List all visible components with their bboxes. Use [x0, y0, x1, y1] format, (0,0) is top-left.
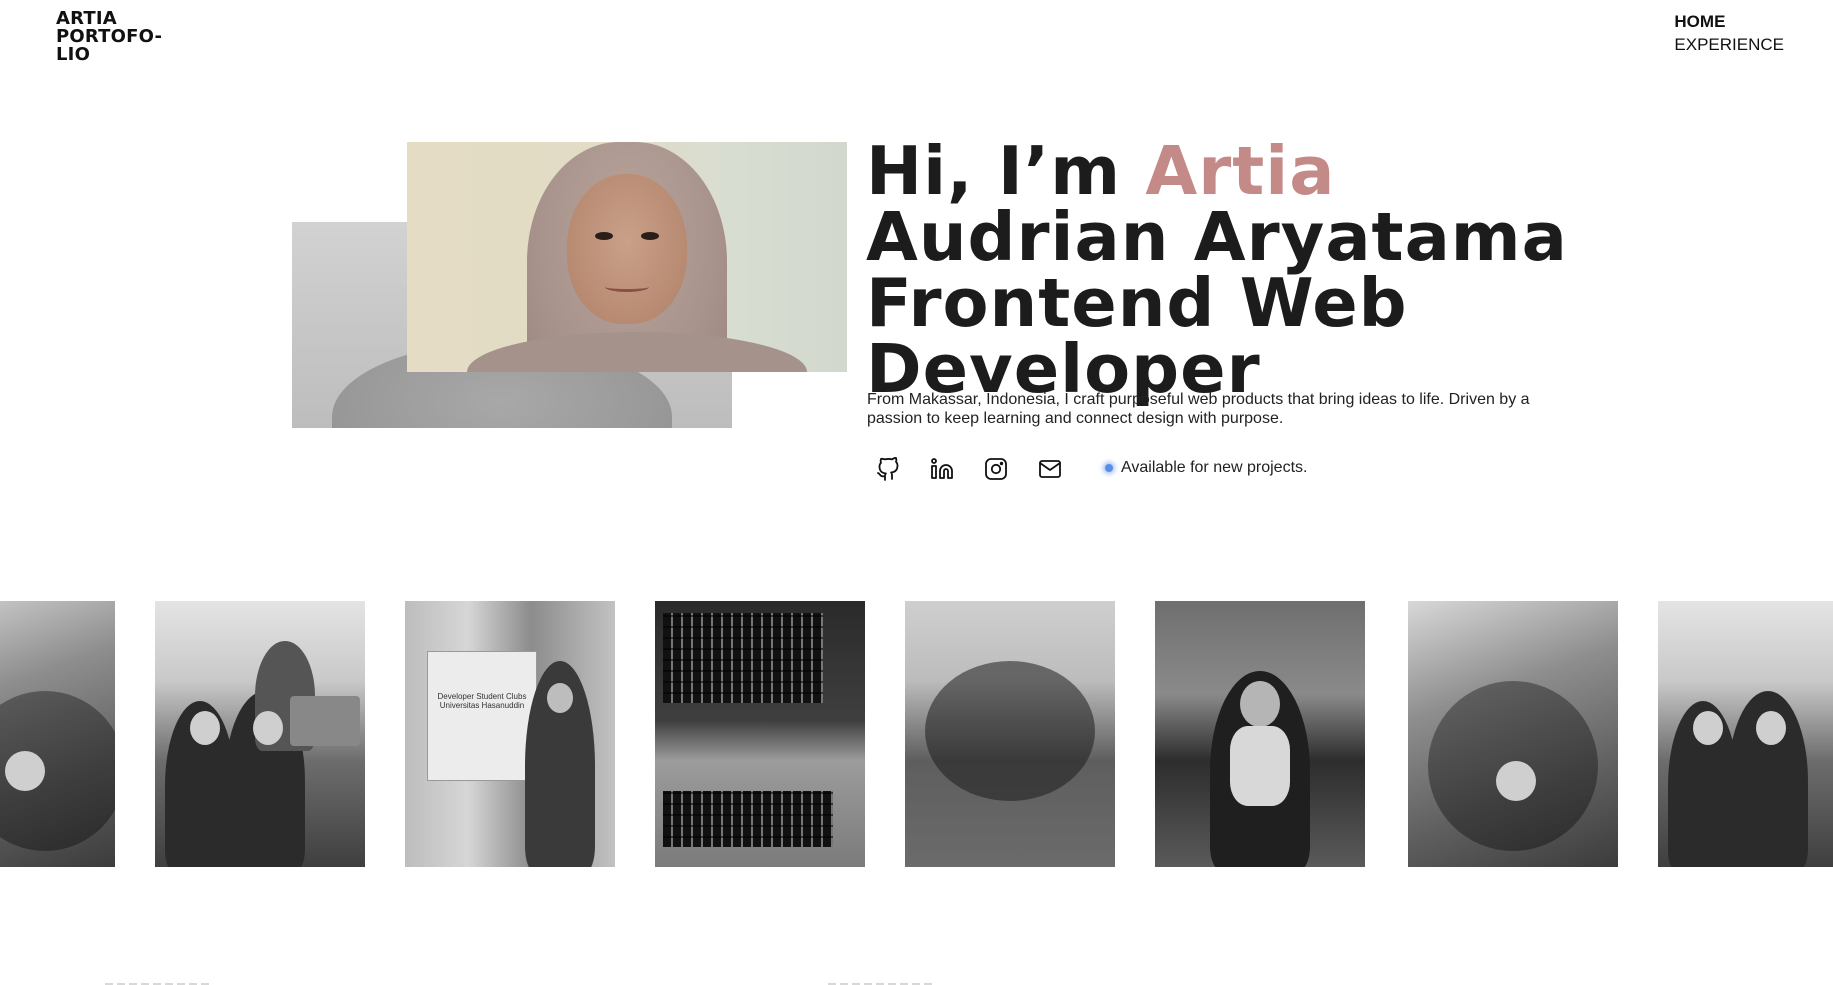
tile-face: [547, 683, 573, 713]
tile-stole: [1230, 726, 1290, 806]
photo-face-shape: [567, 174, 687, 324]
gallery-tile-group: [155, 601, 365, 867]
gallery-tile-group: [1658, 601, 1833, 867]
gallery-tile-banner: Developer Student Clubs Universitas Hasa…: [405, 601, 615, 867]
status-text: Available for new projects.: [1121, 459, 1308, 476]
photo-mouth: [605, 282, 649, 292]
tile-face: [1693, 711, 1723, 745]
tile-shape: [5, 751, 45, 791]
banner-sign: Developer Student Clubs Universitas Hasa…: [427, 651, 537, 781]
main-nav: HOME EXPERIENCE: [1674, 12, 1784, 54]
tile-shape: [1496, 761, 1536, 801]
social-links: [874, 455, 1090, 483]
linkedin-icon[interactable]: [928, 455, 956, 483]
tile-face: [190, 711, 220, 745]
gallery-tile-laptop: [655, 601, 865, 867]
hero-intro: From Makassar, Indonesia, I craft purpos…: [867, 391, 1530, 427]
photo-eye-left: [595, 232, 613, 240]
headline-rest: Audrian Aryatama Frontend Web Developer: [866, 198, 1568, 408]
gallery-tile-graduation: [1155, 601, 1365, 867]
nav-experience-link[interactable]: EXPERIENCE: [1674, 35, 1784, 54]
nav-home-link[interactable]: HOME: [1674, 12, 1784, 31]
tile-keyboard: [663, 613, 823, 703]
github-icon[interactable]: [874, 455, 902, 483]
tile-face: [1240, 681, 1280, 727]
site-logo[interactable]: ARTIA PORTOFO- LIO: [56, 10, 166, 64]
portfolio-page: ARTIA PORTOFO- LIO HOME EXPERIENCE Hi, I…: [0, 0, 1833, 985]
tile-face: [1756, 711, 1786, 745]
tile-keyboard: [663, 791, 833, 847]
logo-line-3: LIO: [56, 44, 91, 65]
tile-foliage: [925, 661, 1095, 801]
status-dot-icon: [1105, 464, 1113, 472]
gallery-tile-rock: [0, 601, 115, 867]
banner-subtitle: Universitas Hasanuddin: [439, 701, 525, 710]
photo-drape-shape: [467, 332, 807, 372]
tile-laptop: [290, 696, 360, 746]
instagram-icon[interactable]: [982, 455, 1010, 483]
hero-headline: Hi, I’m Artia Audrian Aryatama Frontend …: [866, 138, 1586, 403]
tile-face: [253, 711, 283, 745]
availability-status: Available for new projects.: [1105, 459, 1307, 477]
mail-icon[interactable]: [1036, 455, 1064, 483]
gallery-tile-tree: [905, 601, 1115, 867]
gallery-tile-rock: [1408, 601, 1618, 867]
photo-gallery: Developer Student Clubs Universitas Hasa…: [0, 601, 1833, 867]
banner-title: Developer Student Clubs: [437, 692, 527, 701]
photo-eye-right: [641, 232, 659, 240]
profile-photo: [407, 142, 847, 372]
